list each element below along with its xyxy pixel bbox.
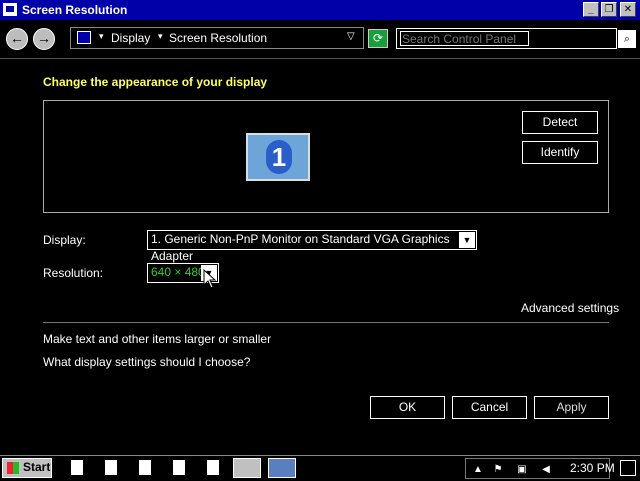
window-title: Screen Resolution [22, 3, 128, 17]
apply-button[interactable]: Apply [534, 396, 609, 419]
resolution-select-value: 640 × 480 [151, 265, 205, 279]
taskbar-app-button[interactable] [233, 458, 261, 478]
windows-logo-icon [7, 462, 19, 474]
forward-button[interactable]: → [33, 28, 55, 50]
maximize-button[interactable]: ❐ [601, 2, 617, 17]
document-icon[interactable] [139, 460, 151, 475]
show-desktop-icon[interactable] [620, 460, 636, 476]
text-size-link[interactable]: Make text and other items larger or smal… [43, 332, 271, 346]
monitor-number: 1 [266, 140, 292, 174]
search-icon[interactable]: ⌕ [618, 30, 636, 48]
close-button[interactable]: ✕ [620, 2, 636, 17]
breadcrumb-display[interactable]: Display [111, 31, 150, 45]
divider [43, 322, 609, 323]
detect-button[interactable]: Detect [522, 111, 598, 134]
flag-icon[interactable]: ⚑ [492, 464, 504, 476]
chevron-up-icon[interactable]: ▲ [472, 464, 484, 476]
back-button[interactable]: ← [6, 28, 28, 50]
display-select[interactable]: 1. Generic Non-PnP Monitor on Standard V… [147, 230, 477, 263]
clock[interactable]: 2:30 PM [570, 461, 615, 475]
document-icon[interactable] [71, 460, 83, 475]
refresh-button[interactable]: ⟳ [368, 29, 388, 48]
search-box [396, 28, 617, 49]
advanced-settings-link[interactable]: Advanced settings [521, 301, 619, 315]
network-icon[interactable]: ▣ [516, 464, 528, 476]
display-label: Display: [43, 233, 86, 247]
display-select-value: 1. Generic Non-PnP Monitor on Standard V… [151, 232, 450, 263]
breadcrumb: ▾ Display ▾ Screen Resolution ▽ [70, 27, 364, 49]
monitor-icon[interactable]: 1 [246, 133, 310, 181]
chevron-icon[interactable]: ▾ [99, 31, 104, 42]
page-title: Change the appearance of your display [43, 75, 268, 89]
taskbar: Start ▲ ⚑ ▣ ◀ 2:30 PM [0, 455, 640, 481]
document-icon[interactable] [173, 460, 185, 475]
display-settings-help-link[interactable]: What display settings should I choose? [43, 355, 250, 369]
control-panel-icon [3, 3, 17, 16]
start-button[interactable]: Start [2, 458, 52, 478]
mouse-cursor-icon [203, 269, 217, 289]
resolution-label: Resolution: [43, 266, 104, 280]
search-input[interactable] [400, 31, 529, 46]
chevron-icon[interactable]: ▾ [158, 31, 163, 42]
cancel-button[interactable]: Cancel [452, 396, 527, 419]
control-panel-icon [77, 31, 91, 44]
title-bar: Screen Resolution _ ❐ ✕ [0, 0, 640, 20]
address-dropdown-icon[interactable]: ▽ [347, 31, 355, 42]
identify-button[interactable]: Identify [522, 141, 598, 164]
ok-button[interactable]: OK [370, 396, 445, 419]
minimize-button[interactable]: _ [583, 2, 599, 17]
document-icon[interactable] [207, 460, 219, 475]
taskbar-control-panel-button[interactable] [268, 458, 296, 478]
document-icon[interactable] [105, 460, 117, 475]
chevron-down-icon[interactable]: ▼ [459, 232, 475, 248]
volume-mute-icon[interactable]: ◀ [540, 464, 552, 476]
breadcrumb-screen-resolution[interactable]: Screen Resolution [169, 31, 267, 45]
start-label: Start [23, 460, 51, 474]
